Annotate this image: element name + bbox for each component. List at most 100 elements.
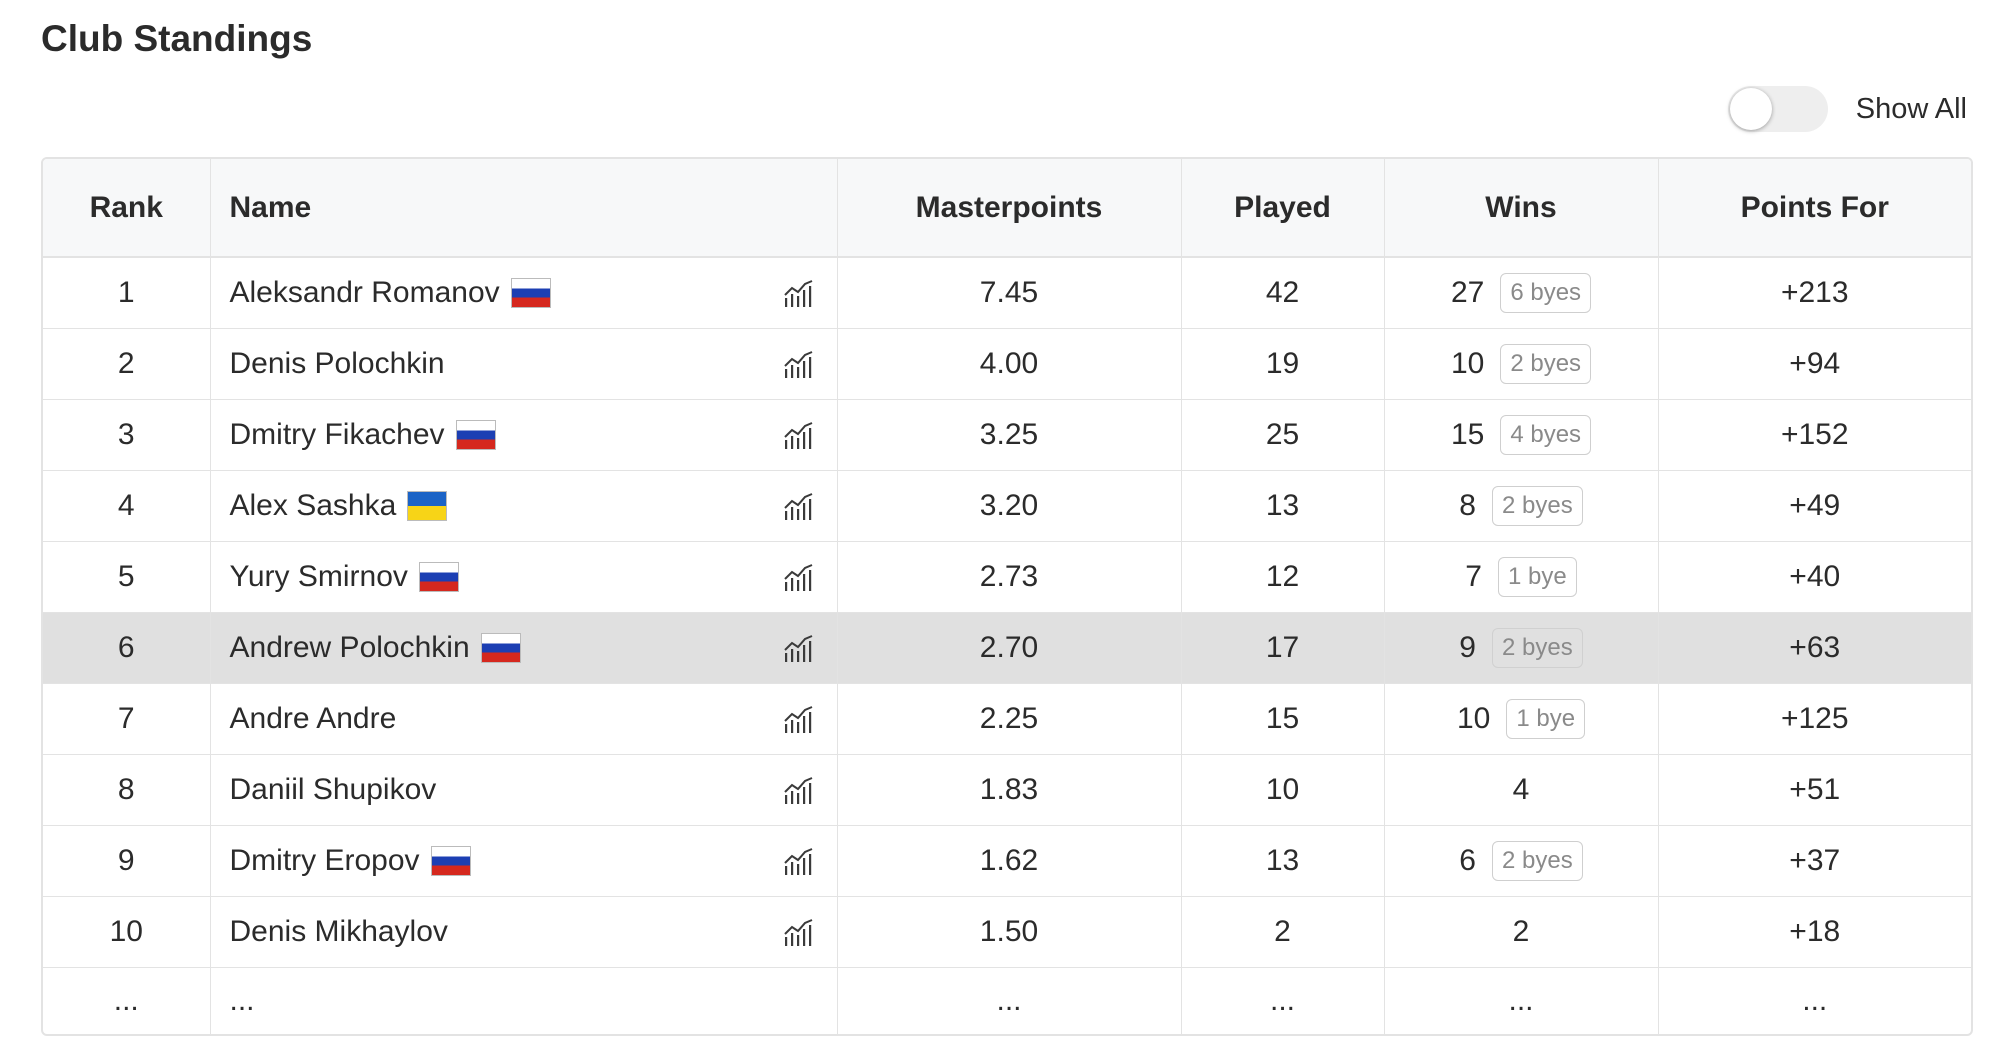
- table-row[interactable]: 8 Daniil Shupikov 1.83 10 4 +51: [43, 754, 1971, 825]
- table-row[interactable]: 7 Andre Andre 2.25 15 10 1 bye +125: [43, 683, 1971, 754]
- played-cell: 13: [1181, 825, 1385, 896]
- rank-cell: 2: [43, 328, 211, 399]
- header-name[interactable]: Name: [210, 159, 838, 258]
- played-cell: 25: [1181, 399, 1385, 470]
- wins-value: 15: [1450, 417, 1485, 451]
- table-row[interactable]: 10 Denis Mikhaylov 1.50 2 2 +18: [43, 896, 1971, 967]
- masterpoints-cell: ...: [837, 967, 1182, 1034]
- show-all-toggle-group: Show All: [1727, 86, 1967, 132]
- header-wins[interactable]: Wins: [1384, 159, 1659, 258]
- rank-cell: 6: [43, 612, 211, 683]
- wins-value: 6: [1459, 843, 1476, 877]
- wins-cell: 27 6 byes: [1384, 257, 1659, 328]
- chart-icon[interactable]: [783, 491, 815, 521]
- table-body: 1 Aleksandr Romanov 7.45 42 27 6 byes +2…: [43, 257, 1971, 1034]
- byes-badge: 1 bye: [1497, 556, 1577, 597]
- wins-cell: 9 2 byes: [1384, 612, 1659, 683]
- name-cell: Dmitry Eropov: [210, 825, 838, 896]
- byes-badge: 1 bye: [1506, 698, 1586, 739]
- player-name-link[interactable]: Denis Mikhaylov: [230, 915, 448, 949]
- player-name-link[interactable]: Aleksandr Romanov: [230, 276, 500, 310]
- country-flag-icon: [418, 561, 459, 592]
- played-cell: 42: [1181, 257, 1385, 328]
- rank-cell: 3: [43, 399, 211, 470]
- player-name-link[interactable]: Alex Sashka: [230, 489, 397, 523]
- wins-cell: 6 2 byes: [1384, 825, 1659, 896]
- rank-cell: 9: [43, 825, 211, 896]
- wins-cell: 4: [1384, 754, 1659, 825]
- player-name-link[interactable]: Yury Smirnov: [230, 560, 408, 594]
- masterpoints-cell: 1.83: [837, 754, 1182, 825]
- header-rank[interactable]: Rank: [43, 159, 211, 258]
- byes-badge: 6 byes: [1500, 272, 1592, 313]
- standings-page: Club Standings Show All Rank Name Master…: [0, 0, 2000, 1056]
- country-flag-icon: [455, 419, 496, 450]
- table-row[interactable]: 3 Dmitry Fikachev 3.25 25 15 4 byes +152: [43, 399, 1971, 470]
- table-row[interactable]: 6 Andrew Polochkin 2.70 17 9 2 byes +63: [43, 612, 1971, 683]
- played-cell: 15: [1181, 683, 1385, 754]
- wins-value: 10: [1450, 346, 1485, 380]
- table-row-ellipsis: ... ... ... ... ... ...: [43, 967, 1971, 1034]
- header-played[interactable]: Played: [1181, 159, 1385, 258]
- rank-cell: 8: [43, 754, 211, 825]
- points-for-cell: +213: [1780, 275, 1849, 309]
- byes-badge: 2 byes: [1500, 343, 1592, 384]
- wins-value: 8: [1459, 488, 1476, 522]
- show-all-label[interactable]: Show All: [1856, 93, 1967, 126]
- wins-cell: 7 1 bye: [1384, 541, 1659, 612]
- table-row[interactable]: 4 Alex Sashka 3.20 13 8 2 byes +49: [43, 470, 1971, 541]
- rank-cell: 1: [43, 257, 211, 328]
- country-flag-icon: [480, 632, 521, 663]
- name-cell: Andre Andre: [210, 683, 838, 754]
- table-row[interactable]: 5 Yury Smirnov 2.73 12 7 1 bye +40: [43, 541, 1971, 612]
- header-points-for[interactable]: Points For: [1658, 159, 1971, 258]
- wins-value: 27: [1450, 275, 1485, 309]
- chart-icon[interactable]: [783, 704, 815, 734]
- table-header-row: Rank Name Masterpoints Played Wins Point…: [43, 159, 1971, 258]
- player-name-link[interactable]: Dmitry Fikachev: [230, 418, 445, 452]
- table-row[interactable]: 2 Denis Polochkin 4.00 19 10 2 byes +94: [43, 328, 1971, 399]
- name-cell: Yury Smirnov: [210, 541, 838, 612]
- header-masterpoints[interactable]: Masterpoints: [837, 159, 1182, 258]
- player-name-link[interactable]: Denis Polochkin: [230, 347, 445, 381]
- played-cell: 12: [1181, 541, 1385, 612]
- country-flag-icon: [510, 277, 551, 308]
- chart-icon[interactable]: [783, 278, 815, 308]
- wins-cell: 8 2 byes: [1384, 470, 1659, 541]
- rank-cell: 4: [43, 470, 211, 541]
- wins-value: 2: [1512, 914, 1530, 948]
- chart-icon[interactable]: [783, 562, 815, 592]
- player-name-link[interactable]: Andre Andre: [230, 702, 397, 736]
- chart-icon[interactable]: [783, 420, 815, 450]
- chart-icon[interactable]: [783, 633, 815, 663]
- name-cell: Andrew Polochkin: [210, 612, 838, 683]
- played-cell: 19: [1181, 328, 1385, 399]
- wins-value: 7: [1465, 559, 1482, 593]
- name-cell: ...: [210, 967, 838, 1034]
- chart-icon[interactable]: [783, 917, 815, 947]
- name-cell: Denis Polochkin: [210, 328, 838, 399]
- points-for-cell: +37: [1789, 843, 1841, 877]
- name-cell: Daniil Shupikov: [210, 754, 838, 825]
- name-cell: Aleksandr Romanov: [210, 257, 838, 328]
- table-row[interactable]: 9 Dmitry Eropov 1.62 13 6 2 byes +37: [43, 825, 1971, 896]
- name-cell: Dmitry Fikachev: [210, 399, 838, 470]
- masterpoints-cell: 4.00: [837, 328, 1182, 399]
- wins-value: 4: [1512, 772, 1530, 806]
- byes-badge: 2 byes: [1491, 485, 1583, 526]
- show-all-toggle[interactable]: [1727, 86, 1828, 132]
- player-name-link[interactable]: Andrew Polochkin: [230, 631, 470, 665]
- standings-table: Rank Name Masterpoints Played Wins Point…: [43, 159, 1971, 1034]
- played-cell: 17: [1181, 612, 1385, 683]
- masterpoints-cell: 3.20: [837, 470, 1182, 541]
- points-for-cell: ...: [1802, 983, 1828, 1017]
- toggle-knob: [1729, 88, 1772, 130]
- rank-cell: 5: [43, 541, 211, 612]
- rank-cell: ...: [43, 967, 211, 1034]
- table-row[interactable]: 1 Aleksandr Romanov 7.45 42 27 6 byes +2…: [43, 257, 1971, 328]
- player-name-link[interactable]: Daniil Shupikov: [230, 773, 437, 807]
- chart-icon[interactable]: [783, 775, 815, 805]
- player-name-link[interactable]: Dmitry Eropov: [230, 844, 420, 878]
- chart-icon[interactable]: [783, 846, 815, 876]
- chart-icon[interactable]: [783, 349, 815, 379]
